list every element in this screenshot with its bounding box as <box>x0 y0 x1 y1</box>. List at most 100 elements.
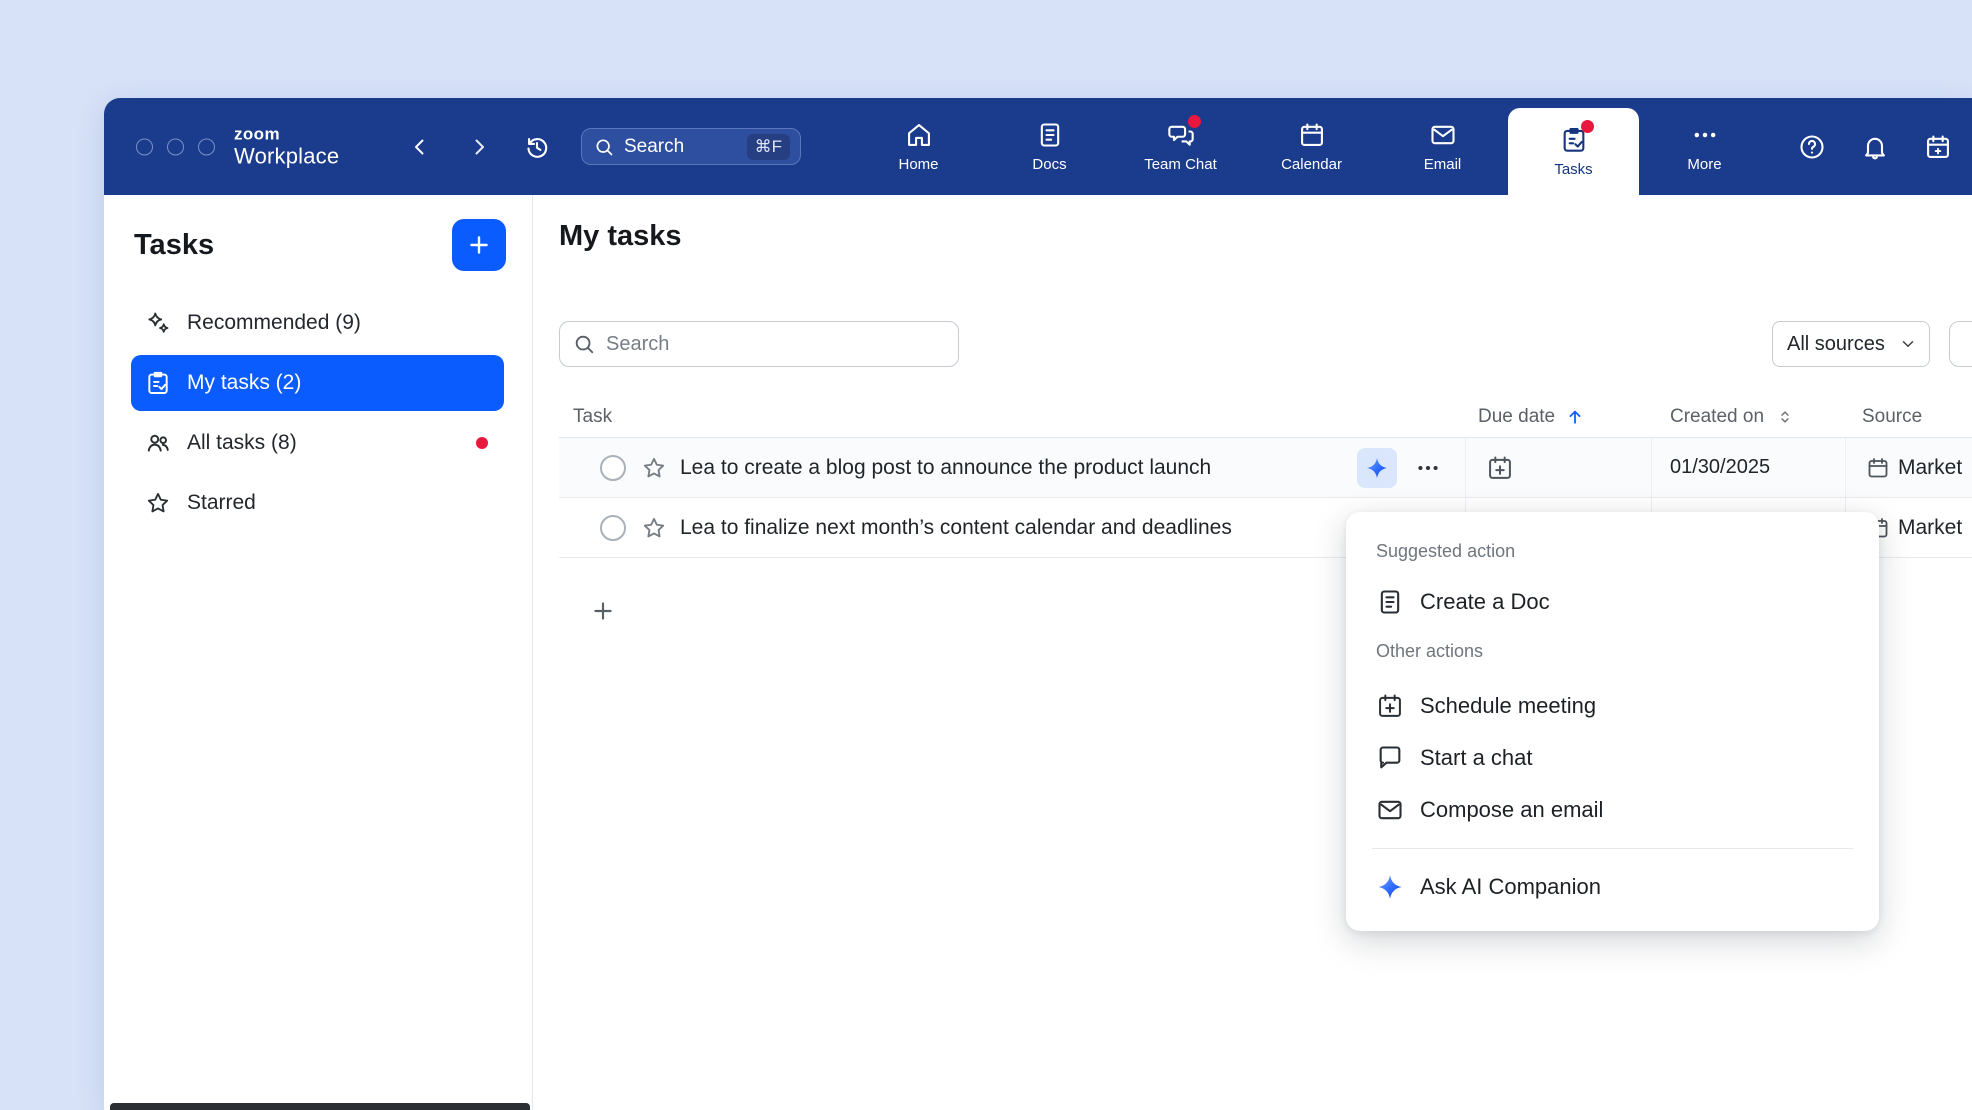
task-complete-radio[interactable] <box>600 455 626 481</box>
window-minimize-button[interactable] <box>167 138 184 155</box>
bottom-scrollbar[interactable] <box>110 1103 530 1110</box>
sidebar-item-starred[interactable]: Starred <box>131 475 504 531</box>
more-icon <box>1691 121 1719 149</box>
menu-item-compose-email[interactable]: Compose an email <box>1370 784 1855 836</box>
mini-calendar-icon[interactable] <box>1924 133 1952 161</box>
sources-filter-dropdown[interactable]: All sources <box>1772 321 1930 367</box>
sort-toggle-icon[interactable] <box>1776 408 1794 426</box>
task-title: Lea to finalize next month’s content cal… <box>680 516 1232 540</box>
back-button[interactable] <box>408 135 432 159</box>
task-check-icon <box>145 370 171 396</box>
nav-home-label: Home <box>898 156 938 173</box>
header-due-date-label: Due date <box>1478 406 1555 428</box>
header-due-date[interactable]: Due date <box>1466 406 1652 428</box>
nav-team-chat[interactable]: Team Chat <box>1115 98 1246 195</box>
sidebar-item-recommended[interactable]: Recommended (9) <box>131 295 504 351</box>
nav-team-chat-label: Team Chat <box>1144 156 1217 173</box>
doc-icon <box>1376 588 1404 616</box>
forward-button[interactable] <box>467 135 491 159</box>
nav-email-label: Email <box>1424 156 1462 173</box>
header-created-on-label: Created on <box>1670 406 1764 428</box>
nav-docs-label: Docs <box>1032 156 1066 173</box>
sidebar-item-label: Starred <box>187 491 256 515</box>
sidebar-title: Tasks <box>134 229 214 262</box>
ai-companion-action-button[interactable] <box>1357 448 1397 488</box>
task-cell: Lea to finalize next month’s content cal… <box>559 498 1466 557</box>
add-task-row-button[interactable] <box>590 598 616 624</box>
email-icon <box>1429 121 1457 149</box>
chevron-down-icon <box>1899 335 1917 353</box>
menu-item-start-chat[interactable]: Start a chat <box>1370 732 1855 784</box>
nav-tasks[interactable]: Tasks <box>1508 108 1639 195</box>
row-more-actions-icon[interactable] <box>1415 455 1441 481</box>
star-icon[interactable] <box>641 515 667 541</box>
star-icon <box>145 490 171 516</box>
window-maximize-button[interactable] <box>198 138 215 155</box>
tasks-icon <box>1560 126 1588 154</box>
menu-item-schedule-meeting[interactable]: Schedule meeting <box>1370 680 1855 732</box>
sidebar-item-all-tasks[interactable]: All tasks (8) <box>131 415 504 471</box>
history-icon[interactable] <box>523 133 551 161</box>
chat-bubble-icon <box>1376 744 1404 772</box>
source-calendar-icon <box>1866 456 1890 480</box>
sidebar-item-label: All tasks (8) <box>187 431 297 455</box>
menu-item-label: Ask AI Companion <box>1420 874 1601 900</box>
menu-item-ask-ai-companion[interactable]: Ask AI Companion <box>1370 861 1855 913</box>
help-icon[interactable] <box>1798 133 1826 161</box>
menu-item-label: Compose an email <box>1420 797 1603 823</box>
ai-sparkle-icon <box>1365 456 1389 480</box>
due-date-cell <box>1466 438 1652 497</box>
tasks-badge <box>1581 120 1594 133</box>
nav-calendar[interactable]: Calendar <box>1246 98 1377 195</box>
sort-ascending-icon[interactable] <box>1565 407 1585 427</box>
calendar-plus-icon <box>1376 692 1404 720</box>
task-search-input[interactable] <box>559 321 959 367</box>
menu-item-create-doc[interactable]: Create a Doc <box>1370 576 1855 628</box>
docs-icon <box>1036 121 1064 149</box>
created-on-value: 01/30/2025 <box>1670 456 1770 479</box>
star-icon[interactable] <box>641 455 667 481</box>
menu-item-label: Create a Doc <box>1420 589 1550 615</box>
created-on-cell: 01/30/2025 <box>1652 438 1846 497</box>
all-tasks-badge <box>476 437 488 449</box>
sidebar-item-my-tasks[interactable]: My tasks (2) <box>131 355 504 411</box>
global-search[interactable]: Search ⌘F <box>581 128 801 165</box>
window-close-button[interactable] <box>136 138 153 155</box>
sparkle-icon <box>145 310 171 336</box>
global-search-placeholder: Search <box>624 136 684 158</box>
nav-more[interactable]: More <box>1639 98 1770 195</box>
search-shortcut-badge: ⌘F <box>747 134 790 160</box>
popup-section-label: Other actions <box>1370 634 1855 668</box>
source-cell: Market <box>1846 438 1972 497</box>
new-task-button[interactable] <box>452 219 506 271</box>
sources-filter-label: All sources <box>1787 333 1885 356</box>
top-navigation: Home Docs Team Chat Calendar <box>853 98 1770 195</box>
suggested-actions-popup: Suggested action Create a Doc Other acti… <box>1346 512 1879 931</box>
nav-more-label: More <box>1687 156 1721 173</box>
logo-product: Workplace <box>234 144 339 169</box>
team-chat-icon <box>1167 121 1195 149</box>
search-icon <box>594 137 614 157</box>
nav-email[interactable]: Email <box>1377 98 1508 195</box>
clipped-toolbar-button[interactable] <box>1949 321 1972 367</box>
table-row[interactable]: Lea to create a blog post to announce th… <box>559 438 1972 498</box>
zoom-workplace-logo: zoom Workplace <box>234 124 339 169</box>
header-task: Task <box>559 406 1466 428</box>
search-icon <box>573 333 595 355</box>
calendar-icon <box>1298 121 1326 149</box>
popup-section-label: Suggested action <box>1370 534 1855 568</box>
sidebar-item-label: My tasks (2) <box>187 371 301 395</box>
task-cell: Lea to create a blog post to announce th… <box>559 438 1466 497</box>
header-created-on[interactable]: Created on <box>1652 406 1846 428</box>
menu-item-label: Start a chat <box>1420 745 1533 771</box>
nav-docs[interactable]: Docs <box>984 98 1115 195</box>
sidebar-item-label: Recommended (9) <box>187 311 361 335</box>
sidebar-header: Tasks <box>104 195 532 271</box>
task-complete-radio[interactable] <box>600 515 626 541</box>
topbar: zoom Workplace Search ⌘F <box>104 98 1972 195</box>
nav-tasks-label: Tasks <box>1554 161 1592 178</box>
add-due-date-icon[interactable] <box>1486 454 1514 482</box>
nav-home[interactable]: Home <box>853 98 984 195</box>
notifications-bell-icon[interactable] <box>1861 133 1889 161</box>
source-value: Market <box>1898 516 1962 540</box>
